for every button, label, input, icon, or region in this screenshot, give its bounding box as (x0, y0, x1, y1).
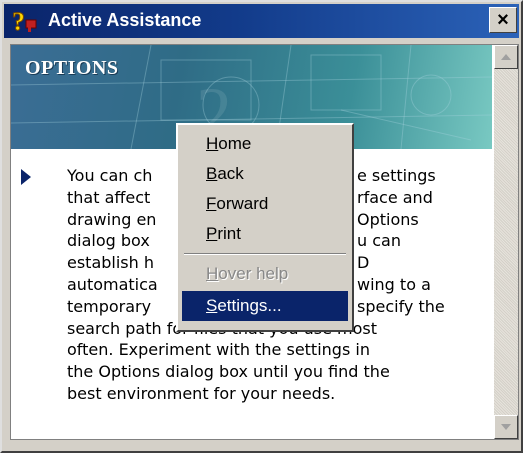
paragraph-line-fragment: rface and (357, 187, 433, 207)
menu-item-label: over help (218, 264, 289, 283)
menu-item-label: ettings... (217, 296, 282, 315)
paragraph-line: dialog box (67, 231, 150, 251)
paragraph-line: temporary (67, 296, 152, 316)
menu-item-accelerator: P (206, 224, 218, 243)
menu-item-accelerator: F (206, 194, 217, 213)
question-help-icon: ? (10, 7, 40, 37)
paragraph-line-fragment: D (357, 253, 370, 273)
scroll-up-button[interactable] (494, 45, 518, 69)
menu-item-hover-help[interactable]: Hover help (182, 259, 348, 289)
paragraph-line: You can ch (67, 166, 153, 185)
paragraph-line: establish h (67, 253, 155, 273)
title-bar[interactable]: ? Active Assistance × (4, 4, 519, 38)
paragraph-line: drawing en (67, 209, 157, 229)
menu-item-settings[interactable]: Settings... (182, 291, 348, 321)
paragraph-line-fragment: wing to a (357, 275, 431, 294)
paragraph-line-fragment: specify the (357, 296, 445, 316)
menu-item-label: rint (217, 224, 241, 243)
up-arrow-icon (501, 54, 511, 60)
active-assistance-window: ? Active Assistance × 2 OPTIONS You can … (0, 0, 523, 453)
menu-item-accelerator: S (206, 296, 218, 315)
menu-item-accelerator: B (206, 164, 218, 183)
context-menu: Home Back Forward Print Hover help Settings..… (176, 123, 354, 332)
menu-item-label: orward (216, 194, 269, 213)
bullet-arrow-icon (21, 169, 31, 185)
menu-item-home[interactable]: Home (182, 129, 348, 159)
menu-item-label: ome (218, 134, 252, 153)
paragraph-line: that affect (67, 187, 151, 207)
window-title: Active Assistance (48, 10, 202, 30)
scroll-down-button[interactable] (494, 415, 518, 439)
menu-item-forward[interactable]: Forward (182, 189, 348, 219)
paragraph-line-fragment: u can (357, 231, 401, 251)
menu-item-accelerator: H (206, 134, 219, 153)
menu-item-back[interactable]: Back (182, 159, 348, 189)
paragraph-line: the Options dialog box until you find th… (67, 362, 390, 382)
svg-text:?: ? (12, 8, 25, 34)
paragraph-line: best environment for your needs. (67, 384, 336, 403)
menu-item-print[interactable]: Print (182, 219, 348, 249)
down-arrow-icon (501, 424, 511, 430)
page-title: OPTIONS (25, 57, 119, 79)
paragraph-line-fragment: Options (357, 209, 419, 229)
vertical-scrollbar[interactable] (494, 45, 518, 439)
menu-item-accelerator: H (206, 264, 219, 283)
close-button[interactable]: × (489, 7, 517, 33)
menu-separator (184, 253, 346, 255)
paragraph-line: often. Experiment with the settings in (67, 340, 370, 360)
close-icon: × (497, 9, 509, 31)
paragraph-line: automatica (67, 275, 158, 294)
menu-item-label: ack (217, 164, 244, 183)
paragraph-line-fragment: e settings (357, 166, 436, 185)
